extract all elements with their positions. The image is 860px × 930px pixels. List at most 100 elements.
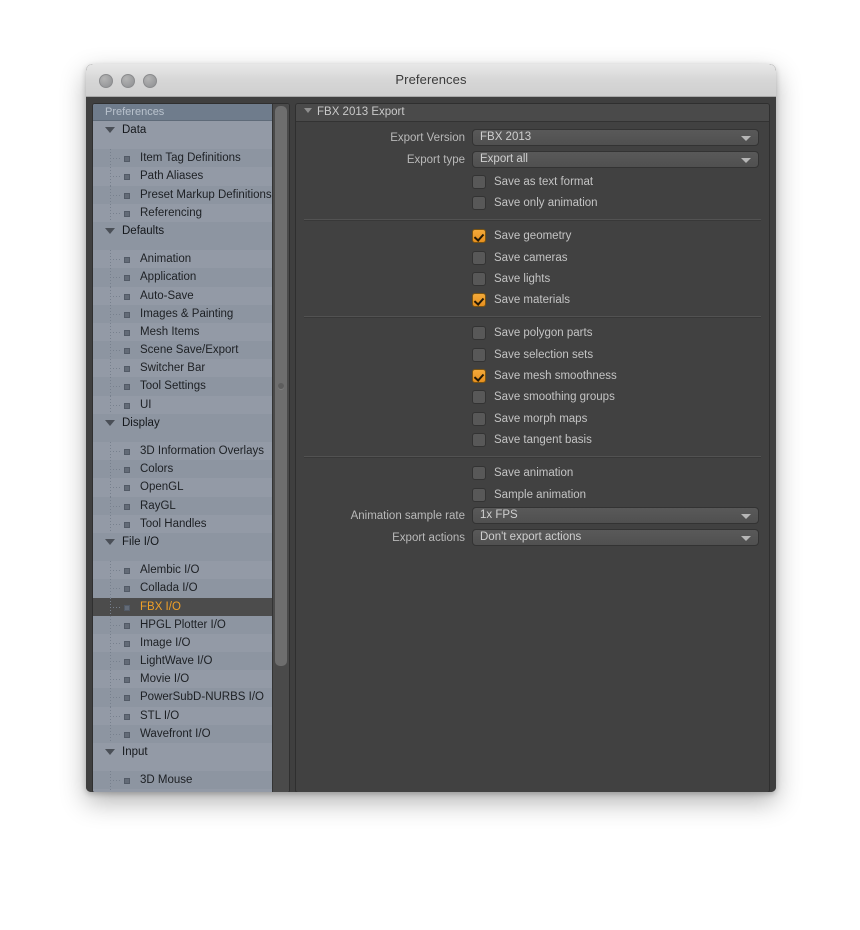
sidebar-scrollbar-track[interactable] (272, 104, 289, 792)
sidebar-item-tool-settings[interactable]: Tool Settings (93, 377, 272, 396)
sidebar-item-hpgl-plotter-i-o[interactable]: HPGL Plotter I/O (93, 615, 272, 634)
sidebar-item-image-i-o[interactable]: Image I/O (93, 633, 272, 653)
dropdown-export-type[interactable]: Export all (472, 151, 759, 168)
sidebar-item-scene-save-export[interactable]: Scene Save/Export (93, 341, 272, 360)
chevron-down-icon[interactable] (304, 108, 312, 113)
dropdown-export-version[interactable]: FBX 2013 (472, 129, 759, 146)
sidebar-scrollbar-thumb[interactable] (275, 106, 287, 666)
tree-leaf-icon (124, 778, 130, 785)
tree-elbow-line (110, 487, 122, 489)
checkbox-save-selection-sets[interactable] (472, 347, 486, 362)
checkbox-save-animation[interactable] (472, 466, 486, 481)
checkbox-row-save-geometry[interactable]: Save geometry (296, 226, 769, 247)
checkbox-row-save-polygon-parts[interactable]: Save polygon parts (296, 323, 769, 344)
sidebar-item-collada-i-o[interactable]: Collada I/O (93, 579, 272, 598)
checkbox-row-save-selection-sets[interactable]: Save selection sets (296, 344, 769, 365)
tree-elbow-line (110, 715, 122, 717)
chevron-down-icon[interactable] (741, 158, 751, 163)
checkbox-save-only-animation[interactable] (472, 195, 486, 210)
sidebar-item-data[interactable]: Data (93, 121, 272, 150)
checkbox-save-tangent-basis[interactable] (472, 432, 486, 447)
checkbox-save-lights[interactable] (472, 271, 486, 286)
dropdown-animation-sample-rate[interactable]: 1x FPS (472, 507, 759, 525)
checkbox-row-save-mesh-smoothness[interactable]: Save mesh smoothness (296, 365, 769, 386)
sidebar-item-mesh-items[interactable]: Mesh Items (93, 322, 272, 342)
dropdown-value: Don't export actions (480, 531, 582, 544)
chevron-down-icon[interactable] (741, 136, 751, 141)
sidebar-item-animation[interactable]: Animation (93, 250, 272, 269)
sidebar-item-stl-i-o[interactable]: STL I/O (93, 706, 272, 725)
checkbox-sample-animation[interactable] (472, 487, 486, 502)
dropdown-export-actions[interactable]: Don't export actions (472, 529, 759, 547)
checkbox-row-save-cameras[interactable]: Save cameras (296, 247, 769, 268)
sidebar-item-defaults[interactable]: Defaults (93, 221, 272, 251)
sidebar-item-lightwave-i-o[interactable]: LightWave I/O (93, 652, 272, 671)
disclosure-triangle-icon[interactable] (105, 127, 115, 133)
tree-elbow-line (110, 386, 122, 388)
sidebar-item-movie-i-o[interactable]: Movie I/O (93, 670, 272, 689)
checkbox-row-save-lights[interactable]: Save lights (296, 268, 769, 289)
sidebar-item-preset-markup-definitions[interactable]: Preset Markup Definitions (93, 185, 272, 204)
sidebar-item-path-aliases[interactable]: Path Aliases (93, 167, 272, 186)
sidebar-item-fbx-i-o[interactable]: FBX I/O (93, 597, 272, 616)
sidebar-item-opengl[interactable]: OpenGL (93, 478, 272, 497)
sidebar-item-label: STL I/O (140, 709, 180, 722)
tree-elbow-line (110, 570, 122, 572)
checkbox-save-smoothing-groups[interactable] (472, 390, 486, 405)
tree-elbow-line (110, 505, 122, 507)
sidebar-item-file-i-o[interactable]: File I/O (93, 532, 272, 562)
chevron-down-icon[interactable] (741, 536, 751, 542)
sidebar-item-auto-save[interactable]: Auto-Save (93, 286, 272, 305)
checkbox-row-save-as-text-format[interactable]: Save as text format (296, 171, 769, 192)
checkbox-row-save-morph-maps[interactable]: Save morph maps (296, 408, 769, 429)
checkbox-save-morph-maps[interactable] (472, 411, 486, 426)
checkbox-save-materials[interactable] (472, 293, 486, 308)
sidebar-item-referencing[interactable]: Referencing (93, 203, 272, 222)
checkbox-row-save-smoothing-groups[interactable]: Save smoothing groups (296, 387, 769, 408)
sidebar-item-application[interactable]: Application (93, 268, 272, 287)
sidebar-item-label: Drop Mappings (140, 789, 218, 792)
disclosure-triangle-icon[interactable] (105, 227, 115, 234)
sidebar-item-drop-mappings[interactable]: Drop Mappings (93, 789, 272, 792)
sidebar-item-wavefront-i-o[interactable]: Wavefront I/O (93, 724, 272, 743)
checkbox-save-as-text-format[interactable] (472, 174, 486, 189)
window-body: Preferences Data Item Tag Definitions Path… (86, 97, 776, 792)
sidebar-item-colors[interactable]: Colors (93, 460, 272, 479)
preferences-window: Preferences Preferences Data Item Tag Def… (86, 64, 776, 792)
checkbox-row-save-animation[interactable]: Save animation (296, 463, 769, 484)
checkbox-save-cameras[interactable] (472, 250, 486, 265)
sidebar-item-3d-information-overlays[interactable]: 3D Information Overlays (93, 442, 272, 461)
preferences-tree[interactable]: Preferences Data Item Tag Definitions Path… (93, 104, 272, 792)
sidebar-item-label: Defaults (122, 224, 165, 237)
chevron-down-icon[interactable] (741, 514, 751, 520)
sidebar-item-item-tag-definitions[interactable]: Item Tag Definitions (93, 149, 272, 168)
checkbox-save-mesh-smoothness[interactable] (472, 369, 486, 384)
sidebar-item-switcher-bar[interactable]: Switcher Bar (93, 359, 272, 378)
tree-leaf-icon (124, 604, 130, 611)
tree-leaf-icon (124, 275, 130, 282)
checkbox-row-save-only-animation[interactable]: Save only animation (296, 192, 769, 213)
settings-group: Export Version FBX 2013 Export type Export … (296, 122, 769, 219)
sidebar-item-powersubd-nurbs-i-o[interactable]: PowerSubD-NURBS I/O (93, 688, 272, 707)
sidebar-item-raygl[interactable]: RayGL (93, 496, 272, 515)
checkbox-label: Save only animation (494, 196, 598, 209)
window-titlebar[interactable]: Preferences (86, 64, 776, 97)
checkbox-save-geometry[interactable] (472, 229, 486, 244)
checkbox-row-sample-animation[interactable]: Sample animation (296, 484, 769, 505)
sidebar-item-alembic-i-o[interactable]: Alembic I/O (93, 561, 272, 580)
sidebar-item-display[interactable]: Display (93, 413, 272, 442)
disclosure-triangle-icon[interactable] (105, 749, 115, 755)
panel-header[interactable]: FBX 2013 Export (296, 104, 769, 122)
disclosure-triangle-icon[interactable] (105, 419, 115, 426)
disclosure-triangle-icon[interactable] (105, 538, 115, 545)
tree-leaf-icon (124, 568, 130, 575)
checkbox-row-save-tangent-basis[interactable]: Save tangent basis (296, 429, 769, 450)
checkbox-save-polygon-parts[interactable] (472, 326, 486, 341)
sidebar-item-input[interactable]: Input (93, 743, 272, 772)
sidebar-item-3d-mouse[interactable]: 3D Mouse (93, 771, 272, 790)
checkbox-row-save-materials[interactable]: Save materials (296, 289, 769, 310)
sidebar-item-images-painting[interactable]: Images & Painting (93, 304, 272, 323)
sidebar-item-ui[interactable]: UI (93, 395, 272, 414)
sidebar-item-tool-handles[interactable]: Tool Handles (93, 514, 272, 533)
sidebar-item-label: Mesh Items (140, 325, 200, 338)
